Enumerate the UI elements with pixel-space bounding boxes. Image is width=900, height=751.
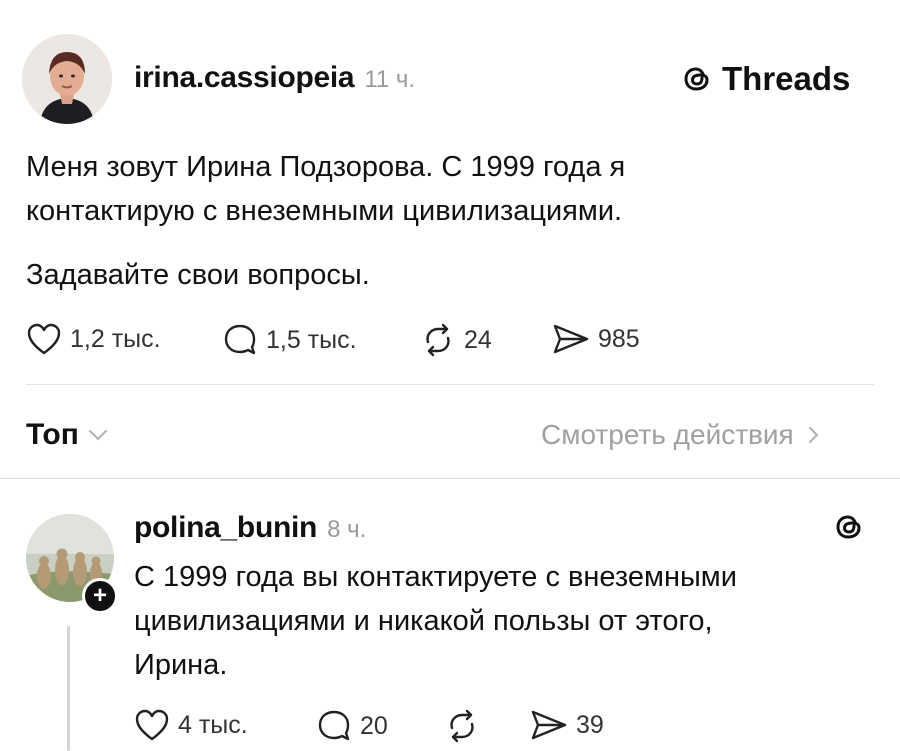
author-avatar[interactable] [22, 34, 112, 124]
reply-share-button[interactable]: 39 [530, 708, 604, 742]
comment-button[interactable]: 1,5 тыс. [222, 322, 357, 358]
post-divider [26, 384, 874, 385]
reply-comment-count: 20 [360, 711, 388, 740]
post-time: 11 ч. [364, 66, 416, 93]
send-icon [553, 324, 589, 354]
repost-count: 24 [464, 325, 492, 354]
reply-line: цивилизациями и никакой пользы от этого, [134, 605, 713, 637]
follow-plus-button[interactable]: + [82, 578, 118, 614]
repost-icon [426, 323, 450, 357]
reply-thread-line [67, 626, 70, 751]
reply-like-count: 4 тыс. [178, 710, 248, 739]
reply-threads-icon[interactable] [832, 510, 866, 549]
repost-icon [450, 709, 474, 743]
reply-header: polina_bunin 8 ч. [134, 511, 366, 545]
like-count: 1,2 тыс. [70, 324, 161, 353]
share-button[interactable]: 985 [552, 322, 640, 356]
repost-button[interactable]: 24 [420, 322, 492, 358]
post-body: Меня зовут Ирина Подзорова. С 1999 года … [26, 145, 846, 233]
reply-share-count: 39 [576, 710, 604, 739]
threads-logo-icon [684, 67, 709, 91]
view-activity-label: Смотреть действия [541, 419, 794, 450]
reply-repost-button[interactable] [444, 708, 488, 744]
threads-brand[interactable]: Threads [680, 60, 850, 98]
reply-body: С 1999 года вы контактируете с внеземным… [134, 555, 874, 687]
heart-icon [27, 323, 61, 355]
reply-like-button[interactable]: 4 тыс. [134, 708, 248, 742]
avatar-photo [22, 34, 112, 124]
threads-logo-icon [836, 515, 861, 539]
like-button[interactable]: 1,2 тыс. [26, 322, 161, 356]
heart-icon [135, 709, 169, 741]
author-username[interactable]: irina.cassiopeia [134, 61, 355, 95]
send-icon [531, 710, 567, 740]
comment-bubble-icon [224, 324, 256, 355]
reply-username[interactable]: polina_bunin [134, 511, 317, 545]
threads-brand-label: Threads [722, 60, 851, 97]
chevron-down-icon [88, 430, 107, 441]
plus-icon: + [92, 582, 107, 609]
reply-line: Ирина. [134, 649, 228, 681]
chevron-right-icon [808, 427, 819, 443]
view-activity-link[interactable]: Смотреть действия [541, 419, 822, 451]
sort-label: Топ [26, 418, 79, 451]
comment-count: 1,5 тыс. [266, 325, 357, 354]
reply-comment-button[interactable]: 20 [316, 708, 388, 744]
sort-divider [0, 478, 900, 479]
post-paragraph-line: контактирую с внеземными цивилизациями. [26, 195, 623, 227]
comment-bubble-icon [318, 710, 350, 741]
reply-time: 8 ч. [327, 516, 367, 543]
share-count: 985 [598, 324, 640, 353]
sort-dropdown[interactable]: Топ [26, 418, 109, 452]
post-paragraph-2: Задавайте свои вопросы. [26, 259, 370, 291]
post-paragraph-line: Меня зовут Ирина Подзорова. С 1999 года … [26, 151, 626, 183]
post-header: irina.cassiopeia 11 ч. [134, 61, 415, 95]
reply-line: С 1999 года вы контактируете с внеземным… [134, 561, 737, 593]
